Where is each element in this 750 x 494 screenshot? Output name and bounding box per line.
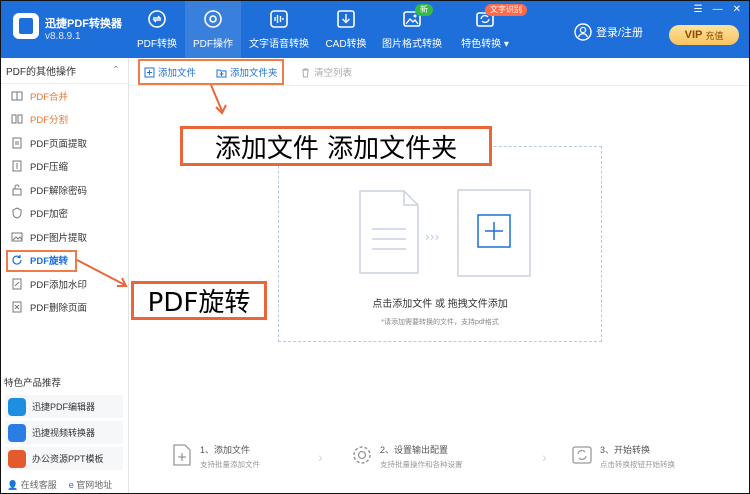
step-title: 2、设置输出配置	[380, 445, 449, 455]
steps-bar: 1、添加文件 支持批量添加文件 › 2、设置输出配置 支持批量操作和各种设置 ›…	[130, 443, 749, 479]
file-drop-zone[interactable]: ››› 点击添加文件 或 拖拽文件添加 *请添加需要转换的文件，支持pdf格式	[278, 146, 602, 342]
step-title: 3、开始转换	[600, 445, 651, 455]
app-window: 迅捷PDF转换器 v8.8.9.1 PDF转换 PDF操作 文字语音转换 CAD…	[0, 0, 750, 494]
drop-hint: *请添加需要转换的文件，支持pdf格式	[381, 319, 499, 326]
chevron-right-icon: ›	[542, 449, 547, 465]
step-settings: 2、设置输出配置 支持批量操作和各种设置	[350, 443, 463, 470]
step-desc: 支持批量操作和各种设置	[380, 460, 463, 469]
document-icon	[359, 190, 419, 274]
annotation-rotate: PDF旋转	[131, 281, 267, 320]
step-desc: 点击转换按钮开始转换	[600, 460, 675, 469]
step-start: 3、开始转换 点击转换按钮开始转换	[570, 443, 675, 470]
start-convert-icon	[572, 446, 592, 464]
drop-title: 点击添加文件 或 拖拽文件添加	[372, 299, 508, 310]
step-add-file: 1、添加文件 支持批量添加文件	[170, 443, 260, 470]
step-desc: 支持批量添加文件	[200, 460, 260, 469]
drop-illustration: ›››	[359, 189, 531, 277]
svg-text:›››: ›››	[425, 230, 439, 244]
add-file-step-icon	[173, 444, 191, 466]
chevron-right-icon: ›	[318, 449, 323, 465]
step-title: 1、添加文件	[200, 445, 251, 455]
gear-icon	[353, 446, 371, 464]
annotation-add-file: 添加文件 添加文件夹	[180, 126, 492, 166]
plus-add-icon	[457, 189, 531, 277]
